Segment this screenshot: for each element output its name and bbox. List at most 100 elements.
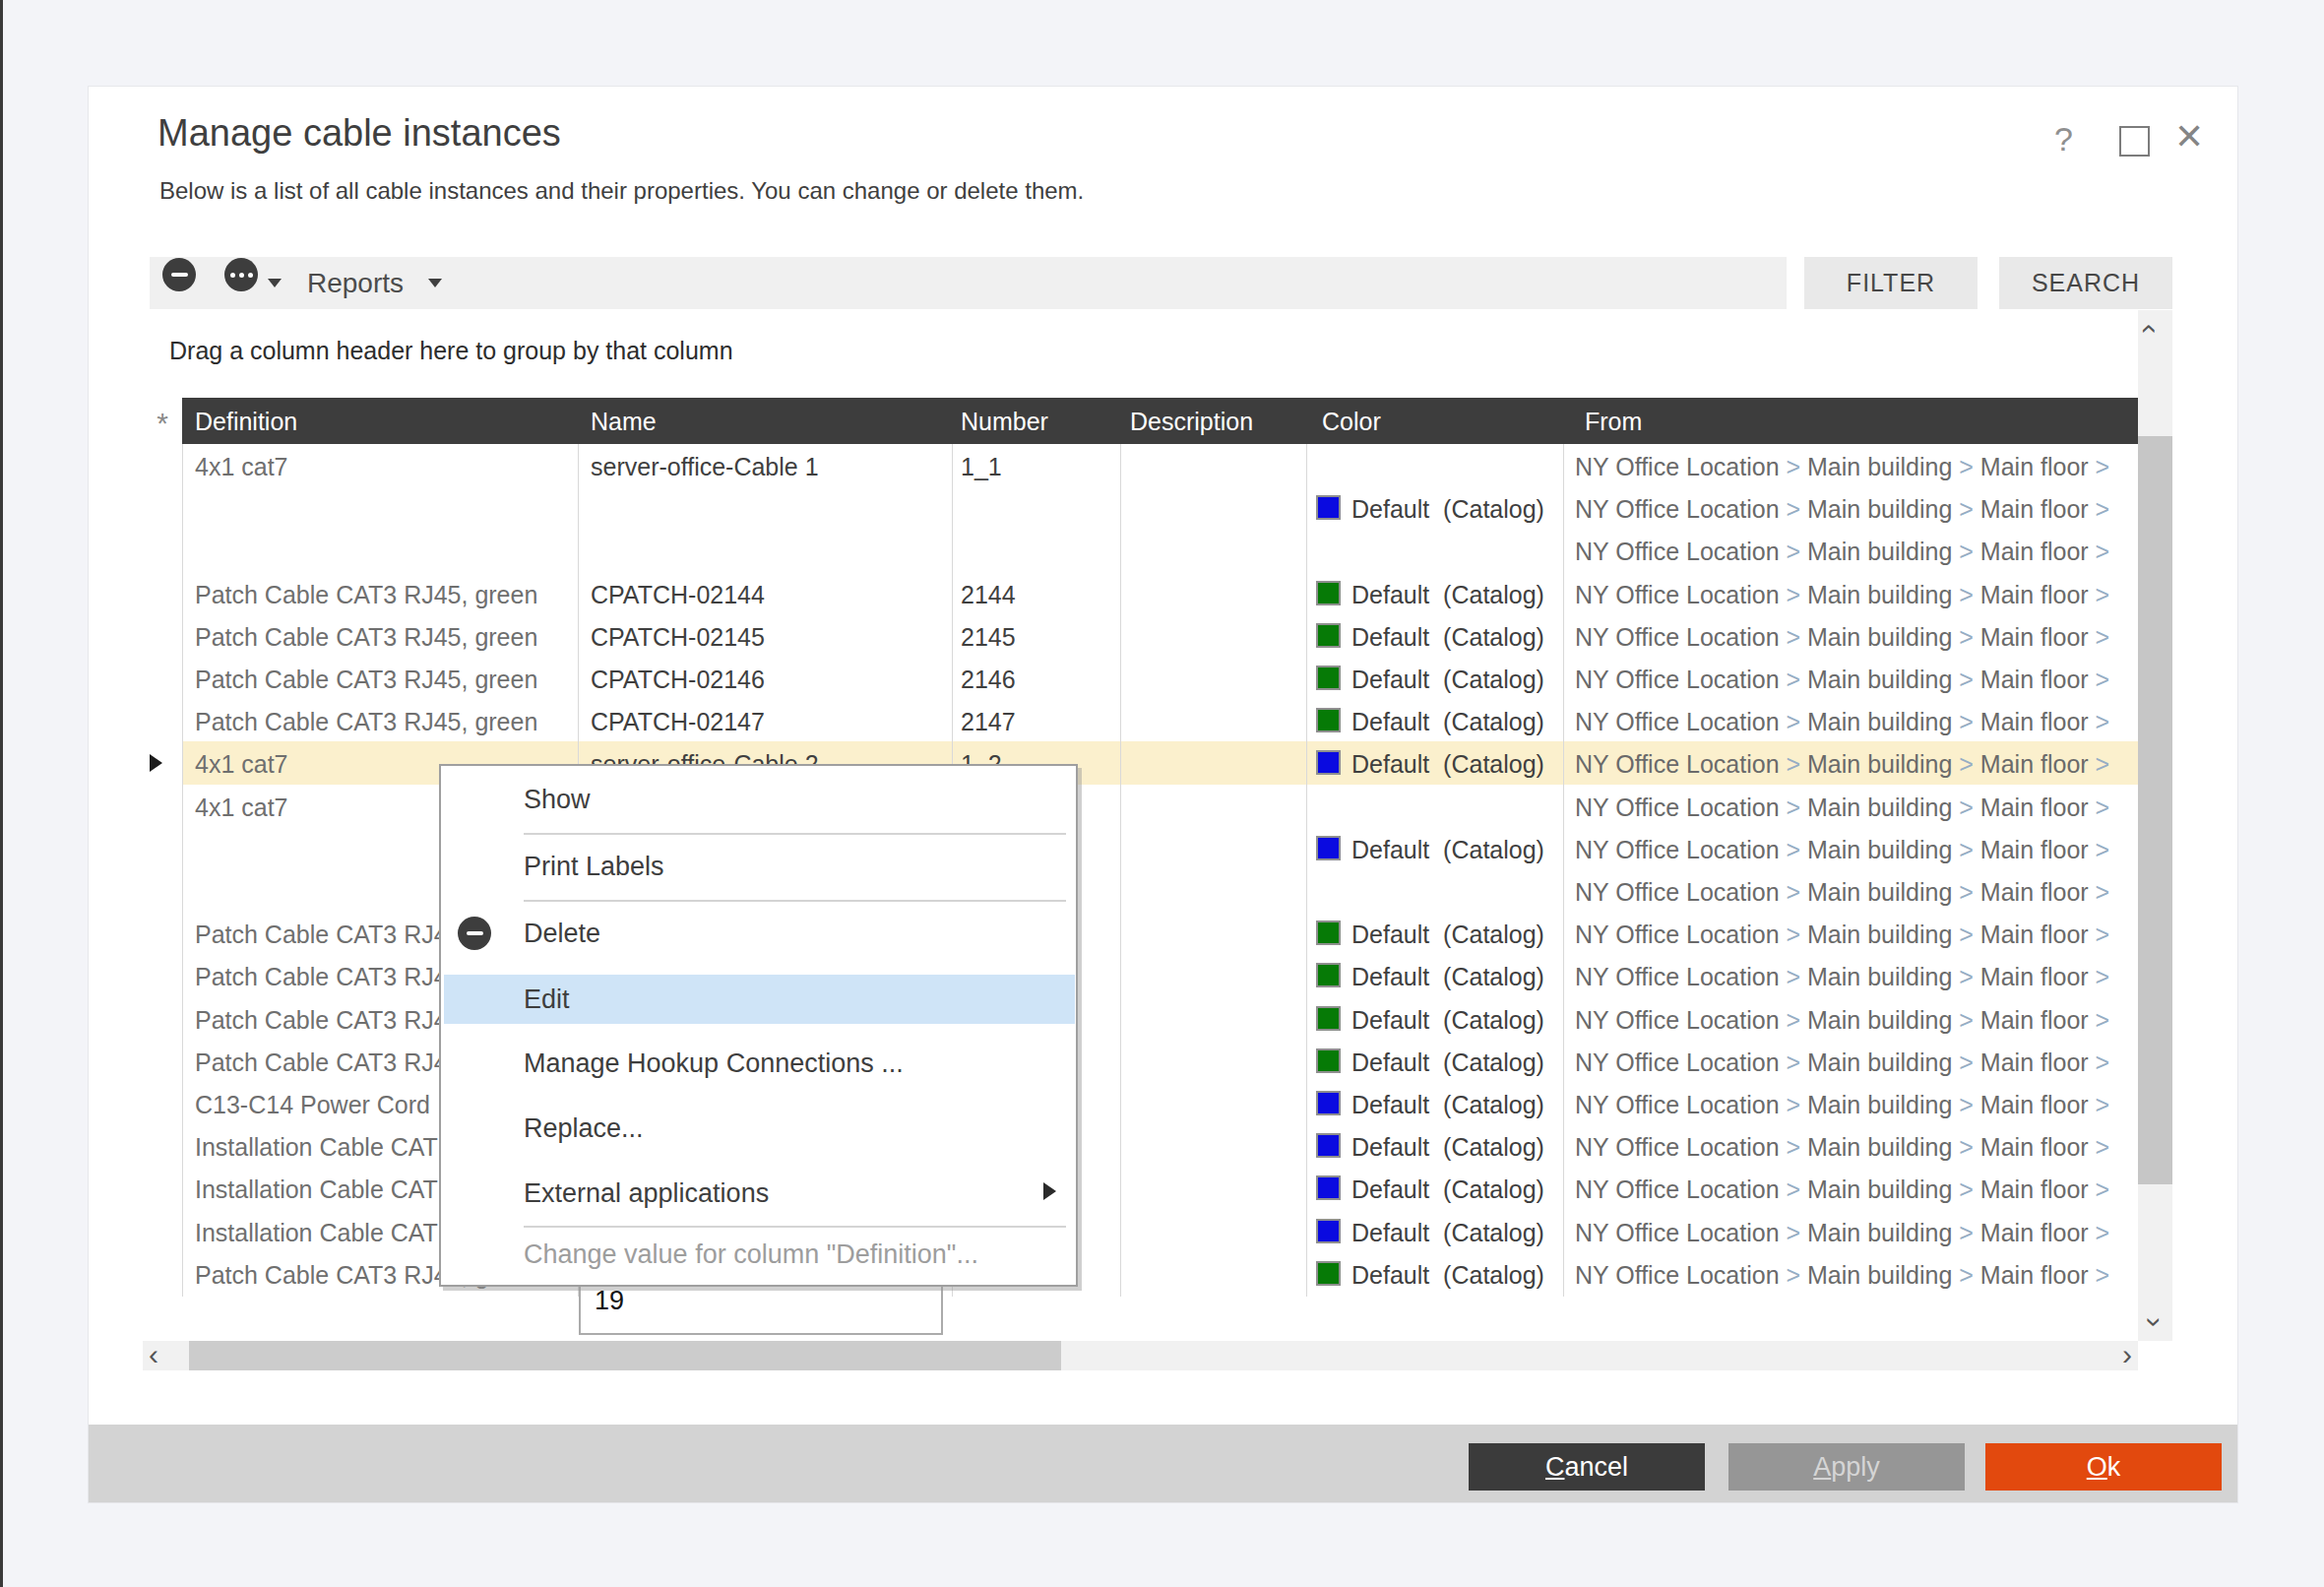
- breadcrumb-separator: >: [1959, 1091, 1974, 1118]
- menu-item-label: Edit: [524, 984, 570, 1015]
- breadcrumb-separator: >: [1959, 1133, 1974, 1161]
- breadcrumb-separator: >: [1959, 1006, 1974, 1034]
- cell-number[interactable]: 2146: [961, 666, 1016, 694]
- cell-color-label: Default (Catalog): [1351, 1219, 1544, 1247]
- color-swatch: [1316, 1219, 1341, 1243]
- cell-definition[interactable]: Patch Cable CAT3 RJ45, green: [195, 666, 564, 694]
- scroll-right-icon[interactable]: ›: [2122, 1341, 2132, 1368]
- breadcrumb-separator: >: [2096, 538, 2110, 565]
- cell-from: NY Office Location > Main building > Mai…: [1575, 836, 2138, 864]
- column-header-name[interactable]: Name: [591, 408, 657, 436]
- menu-item-show[interactable]: Show: [441, 775, 1076, 824]
- menu-item-label: Manage Hookup Connections ...: [524, 1048, 904, 1079]
- menu-item-external-applications[interactable]: External applications: [441, 1169, 1076, 1218]
- column-header-color[interactable]: Color: [1322, 408, 1381, 436]
- help-icon[interactable]: ?: [2054, 120, 2073, 159]
- horizontal-scrollbar-thumb[interactable]: [189, 1341, 1061, 1370]
- menu-item-edit[interactable]: Edit: [444, 975, 1075, 1024]
- cell-color-label: Default (Catalog): [1351, 581, 1544, 609]
- breadcrumb-separator: >: [1959, 495, 1974, 523]
- column-header-definition[interactable]: Definition: [195, 408, 297, 436]
- column-header-from[interactable]: From: [1585, 408, 1642, 436]
- filter-button[interactable]: FILTER: [1804, 257, 1978, 309]
- grid-column-divider: [1120, 444, 1121, 1297]
- maximize-icon[interactable]: [2119, 126, 2150, 157]
- breadcrumb-separator: >: [1959, 666, 1974, 693]
- cell-number[interactable]: 2144: [961, 581, 1016, 609]
- cell-from: NY Office Location > Main building > Mai…: [1575, 666, 2138, 694]
- apply-button[interactable]: Apply: [1728, 1443, 1965, 1491]
- close-icon[interactable]: ✕: [2174, 116, 2204, 158]
- ellipsis-icon: [230, 273, 253, 278]
- vertical-scrollbar-thumb[interactable]: [2138, 436, 2172, 1184]
- color-swatch: [1316, 495, 1341, 520]
- ok-button[interactable]: Ok: [1985, 1443, 2222, 1491]
- breadcrumb-separator: >: [1786, 708, 1800, 735]
- chevron-down-icon[interactable]: [268, 279, 282, 287]
- cell-number[interactable]: 2145: [961, 623, 1016, 652]
- breadcrumb-separator: >: [1786, 920, 1800, 948]
- reports-menu[interactable]: Reports: [307, 268, 404, 299]
- cell-color-label: Default (Catalog): [1351, 666, 1544, 694]
- menu-separator: [524, 1226, 1066, 1228]
- cancel-button[interactable]: Cancel: [1469, 1443, 1705, 1491]
- page-subtitle: Below is a list of all cable instances a…: [159, 177, 1084, 205]
- delete-icon: [458, 917, 491, 950]
- more-actions-icon[interactable]: [224, 258, 258, 291]
- cell-definition[interactable]: 4x1 cat7: [195, 453, 564, 481]
- search-button[interactable]: SEARCH: [1999, 257, 2172, 309]
- breadcrumb-separator: >: [2096, 453, 2110, 480]
- cell-definition[interactable]: Patch Cable CAT3 RJ45, green: [195, 623, 564, 652]
- column-header-number[interactable]: Number: [961, 408, 1048, 436]
- cell-color-label: Default (Catalog): [1351, 495, 1544, 524]
- scroll-down-icon[interactable]: ‹: [2134, 1317, 2167, 1327]
- color-swatch: [1316, 1175, 1341, 1200]
- horizontal-scrollbar[interactable]: ‹ ›: [143, 1341, 2138, 1370]
- breadcrumb-separator: >: [1959, 1261, 1974, 1289]
- cell-color-label: Default (Catalog): [1351, 1091, 1544, 1119]
- cell-definition[interactable]: Patch Cable CAT3 RJ45, green: [195, 708, 564, 736]
- breadcrumb-separator: >: [1959, 836, 1974, 863]
- breadcrumb-separator: >: [1786, 1091, 1800, 1118]
- cell-definition[interactable]: Patch Cable CAT3 RJ45, green: [195, 581, 564, 609]
- menu-item-label: Delete: [524, 919, 600, 949]
- menu-item-print-labels[interactable]: Print Labels: [441, 842, 1076, 891]
- breadcrumb-separator: >: [2096, 623, 2110, 651]
- submenu-arrow-icon: [1043, 1182, 1056, 1200]
- vertical-scrollbar[interactable]: ‹ ‹: [2138, 310, 2172, 1341]
- color-swatch: [1316, 920, 1341, 945]
- breadcrumb-separator: >: [1786, 581, 1800, 608]
- column-header-description[interactable]: Description: [1130, 408, 1253, 436]
- cell-number[interactable]: 1_1: [961, 453, 1002, 481]
- chevron-down-icon[interactable]: [428, 279, 442, 287]
- cell-from: NY Office Location > Main building > Mai…: [1575, 1175, 2138, 1204]
- scroll-up-icon[interactable]: ‹: [2134, 324, 2167, 334]
- scroll-left-icon[interactable]: ‹: [149, 1341, 158, 1368]
- grid-column-divider: [1306, 444, 1307, 1297]
- cell-number[interactable]: 2147: [961, 708, 1016, 736]
- cell-from: NY Office Location > Main building > Mai…: [1575, 1091, 2138, 1119]
- breadcrumb-separator: >: [2096, 1175, 2110, 1203]
- cell-from: NY Office Location > Main building > Mai…: [1575, 963, 2138, 991]
- menu-item-change-value-for-column-definition[interactable]: Change value for column "Definition"...: [441, 1230, 1076, 1279]
- breadcrumb-separator: >: [2096, 750, 2110, 778]
- breadcrumb-separator: >: [2096, 708, 2110, 735]
- color-swatch: [1316, 581, 1341, 605]
- menu-item-replace[interactable]: Replace...: [441, 1104, 1076, 1153]
- cell-color-label: Default (Catalog): [1351, 708, 1544, 736]
- breadcrumb-separator: >: [2096, 963, 2110, 990]
- delete-icon[interactable]: [162, 258, 196, 291]
- breadcrumb-separator: >: [2096, 1048, 2110, 1076]
- row-indicator-header: *: [143, 398, 182, 444]
- cell-color-label: Default (Catalog): [1351, 920, 1544, 949]
- cell-from: NY Office Location > Main building > Mai…: [1575, 708, 2138, 736]
- context-menu: Show Print Labels Delete Edit Manage Hookup …: [439, 764, 1078, 1287]
- color-swatch: [1316, 836, 1341, 860]
- menu-item-label: External applications: [524, 1178, 769, 1209]
- breadcrumb-separator: >: [1786, 1175, 1800, 1203]
- menu-item-delete[interactable]: Delete: [441, 909, 1076, 958]
- breadcrumb-separator: >: [2096, 666, 2110, 693]
- menu-item-manage-hookup-connections[interactable]: Manage Hookup Connections ...: [441, 1039, 1076, 1088]
- breadcrumb-separator: >: [1786, 836, 1800, 863]
- menu-item-label: Change value for column "Definition"...: [524, 1239, 978, 1270]
